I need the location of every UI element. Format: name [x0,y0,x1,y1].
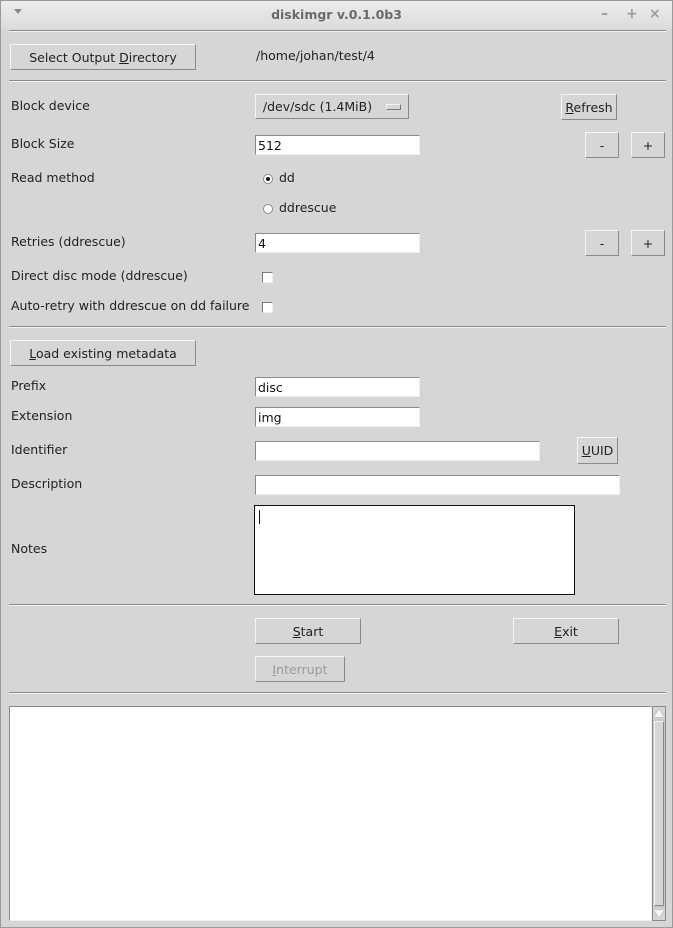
identifier-label: Identifier [11,442,68,457]
start-label: Start [292,623,324,639]
notes-label: Notes [11,541,48,556]
retries-decrement-button[interactable]: - [585,230,619,256]
increment-label: + [642,235,654,251]
retries-increment-button[interactable]: + [631,230,665,256]
main-window: diskimgr v.0.1.0b3 – + × Select Output D… [0,0,673,928]
read-method-ddrescue-label[interactable]: ddrescue [279,200,336,215]
select-output-directory-label: Select Output Directory [29,49,177,65]
block-size-input[interactable] [255,135,420,155]
retries-label: Retries (ddrescue) [11,234,126,249]
section-separator [9,326,666,328]
auto-retry-checkbox[interactable] [262,302,273,313]
scrollbar-thumb[interactable] [654,721,664,906]
read-method-dd-label[interactable]: dd [279,170,295,185]
extension-label: Extension [11,408,73,423]
read-method-dd-radio[interactable] [263,174,273,184]
exit-label: Exit [554,623,578,639]
extension-input[interactable] [255,407,420,427]
scroll-up-arrow-icon[interactable] [653,707,665,719]
interrupt-label: Interrupt [272,661,328,677]
block-device-value: /dev/sdc (1.4MiB) [262,99,373,114]
text-cursor [259,510,260,524]
section-separator [9,604,666,606]
exit-button[interactable]: Exit [513,618,619,644]
direct-disc-mode-checkbox[interactable] [262,272,273,283]
window-title: diskimgr v.0.1.0b3 [271,7,402,22]
title-separator [9,30,666,32]
read-method-ddrescue-radio[interactable] [263,204,273,214]
description-input[interactable] [255,475,620,495]
log-scrollbar[interactable] [652,706,666,921]
decrement-label: - [599,235,605,251]
refresh-button[interactable]: Refresh [561,94,617,120]
close-button[interactable]: × [649,6,661,22]
log-output[interactable] [9,706,652,921]
title-bar: diskimgr v.0.1.0b3 – + × [1,1,672,29]
prefix-input[interactable] [255,377,420,397]
scroll-down-arrow-icon[interactable] [653,908,665,920]
output-directory-path: /home/johan/test/4 [256,48,375,63]
block-device-label: Block device [11,98,90,113]
uuid-button[interactable]: UUID [577,437,618,464]
read-method-label: Read method [11,170,95,185]
minimize-button[interactable]: – [601,6,608,22]
increment-label: + [642,137,654,153]
block-size-label: Block Size [11,136,75,151]
load-existing-metadata-label: Load existing metadata [29,345,177,361]
option-menu-indicator-icon [386,103,402,110]
section-separator [9,692,666,694]
prefix-label: Prefix [11,378,47,393]
maximize-button[interactable]: + [626,6,638,22]
notes-textarea[interactable] [254,505,575,595]
start-button[interactable]: Start [255,618,361,644]
direct-disc-mode-label: Direct disc mode (ddrescue) [11,268,188,283]
load-existing-metadata-button[interactable]: Load existing metadata [10,340,196,366]
block-size-decrement-button[interactable]: - [585,132,619,158]
decrement-label: - [599,137,605,153]
section-separator [9,80,666,82]
auto-retry-label: Auto-retry with ddrescue on dd failure [11,298,250,313]
block-size-increment-button[interactable]: + [631,132,665,158]
select-output-directory-button[interactable]: Select Output Directory [10,44,196,70]
uuid-label: UUID [581,443,614,458]
identifier-input[interactable] [255,441,540,461]
interrupt-button[interactable]: Interrupt [255,656,345,682]
description-label: Description [11,476,83,491]
refresh-label: Refresh [565,99,613,115]
block-device-select[interactable]: /dev/sdc (1.4MiB) [255,94,409,119]
retries-input[interactable] [255,233,420,253]
